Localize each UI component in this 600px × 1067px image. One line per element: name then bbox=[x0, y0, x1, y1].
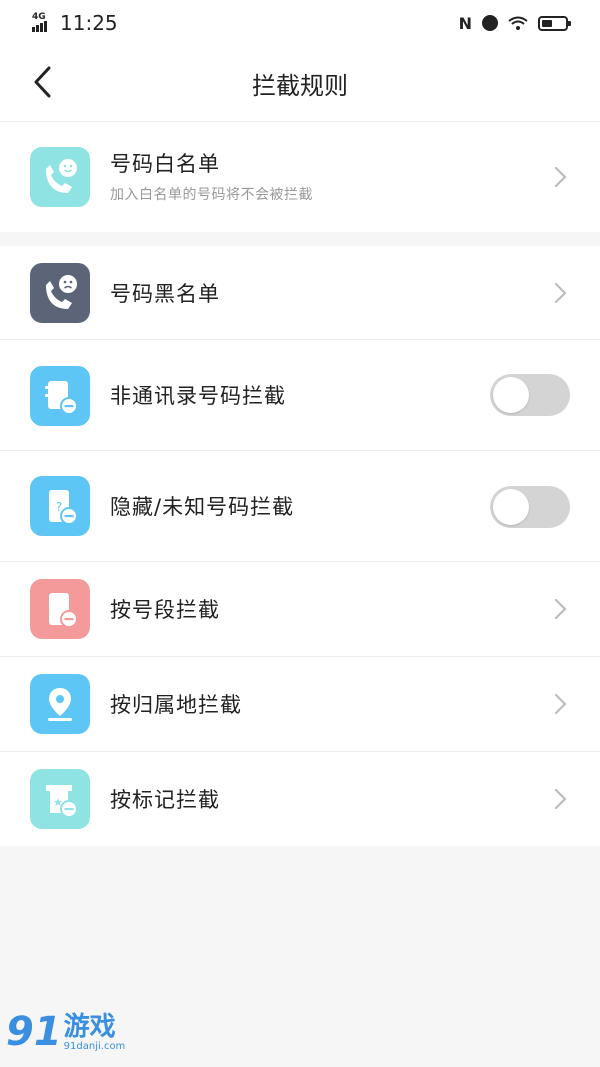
contacts-block-icon bbox=[30, 366, 90, 426]
unknown-phone-icon: ? bbox=[30, 476, 90, 536]
status-time: 11:25 bbox=[60, 11, 118, 35]
status-left: 4G 11:25 bbox=[32, 11, 118, 35]
watermark-logo: 91 游戏 91danji.com bbox=[6, 1012, 125, 1052]
row-title: 按号段拦截 bbox=[110, 598, 220, 622]
whitelist-group: 号码白名单 加入白名单的号码将不会被拦截 bbox=[0, 122, 600, 232]
row-whitelist[interactable]: 号码白名单 加入白名单的号码将不会被拦截 bbox=[0, 122, 600, 232]
wifi-icon bbox=[508, 16, 528, 30]
watermark-name: 游戏 bbox=[63, 1012, 116, 1042]
chevron-right-icon bbox=[554, 166, 567, 188]
tag-block-icon: ★ bbox=[30, 769, 90, 829]
row-text: 按标记拦截 bbox=[110, 784, 220, 814]
rules-group: 号码黑名单 非通讯录号码拦截 ? 隐藏/未知号码拦截 按号段拦截 按归属地拦截 … bbox=[0, 246, 600, 846]
watermark-url: 91danji.com bbox=[63, 1041, 126, 1052]
row-title: 隐藏/未知号码拦截 bbox=[110, 495, 295, 519]
row-text: 号码白名单 加入白名单的号码将不会被拦截 bbox=[110, 148, 313, 204]
row-text: 按归属地拦截 bbox=[110, 689, 242, 719]
chevron-right-icon bbox=[554, 282, 567, 304]
row-hidden-unknown[interactable]: ? 隐藏/未知号码拦截 bbox=[0, 451, 600, 562]
phone-segment-icon bbox=[30, 579, 90, 639]
toggle-knob bbox=[493, 489, 529, 525]
signal-icon: 4G bbox=[32, 12, 52, 32]
row-title: 按归属地拦截 bbox=[110, 693, 242, 717]
battery-icon bbox=[538, 15, 571, 31]
row-text: 号码黑名单 bbox=[110, 278, 220, 308]
phone-smile-icon bbox=[30, 147, 90, 207]
row-text: 按号段拦截 bbox=[110, 594, 220, 624]
row-title: 按标记拦截 bbox=[110, 788, 220, 812]
row-location[interactable]: 按归属地拦截 bbox=[0, 657, 600, 752]
row-blacklist[interactable]: 号码黑名单 bbox=[0, 246, 600, 340]
hidden-unknown-toggle[interactable] bbox=[490, 486, 570, 528]
status-right: N bbox=[458, 13, 571, 33]
row-title: 号码白名单 bbox=[110, 152, 220, 176]
alarm-icon bbox=[482, 15, 498, 31]
row-text: 隐藏/未知号码拦截 bbox=[110, 491, 294, 521]
row-text: 非通讯录号码拦截 bbox=[110, 380, 286, 410]
row-title: 非通讯录号码拦截 bbox=[110, 384, 286, 408]
watermark-logo-mark: 91 bbox=[6, 1009, 62, 1055]
nav-bar: 拦截规则 bbox=[0, 46, 600, 122]
toggle-knob bbox=[493, 377, 529, 413]
status-bar: 4G 11:25 N bbox=[0, 0, 600, 46]
row-title: 号码黑名单 bbox=[110, 282, 220, 306]
page-title: 拦截规则 bbox=[252, 72, 348, 100]
nfc-icon: N bbox=[458, 13, 472, 33]
row-subtitle: 加入白名单的号码将不会被拦截 bbox=[110, 187, 313, 203]
location-icon bbox=[30, 674, 90, 734]
chevron-right-icon bbox=[554, 693, 567, 715]
row-segment[interactable]: 按号段拦截 bbox=[0, 562, 600, 657]
phone-sad-icon bbox=[30, 263, 90, 323]
row-tag[interactable]: ★ 按标记拦截 bbox=[0, 752, 600, 846]
row-non-contacts[interactable]: 非通讯录号码拦截 bbox=[0, 340, 600, 451]
chevron-right-icon bbox=[554, 598, 567, 620]
non-contacts-toggle[interactable] bbox=[490, 374, 570, 416]
chevron-right-icon bbox=[554, 788, 567, 810]
